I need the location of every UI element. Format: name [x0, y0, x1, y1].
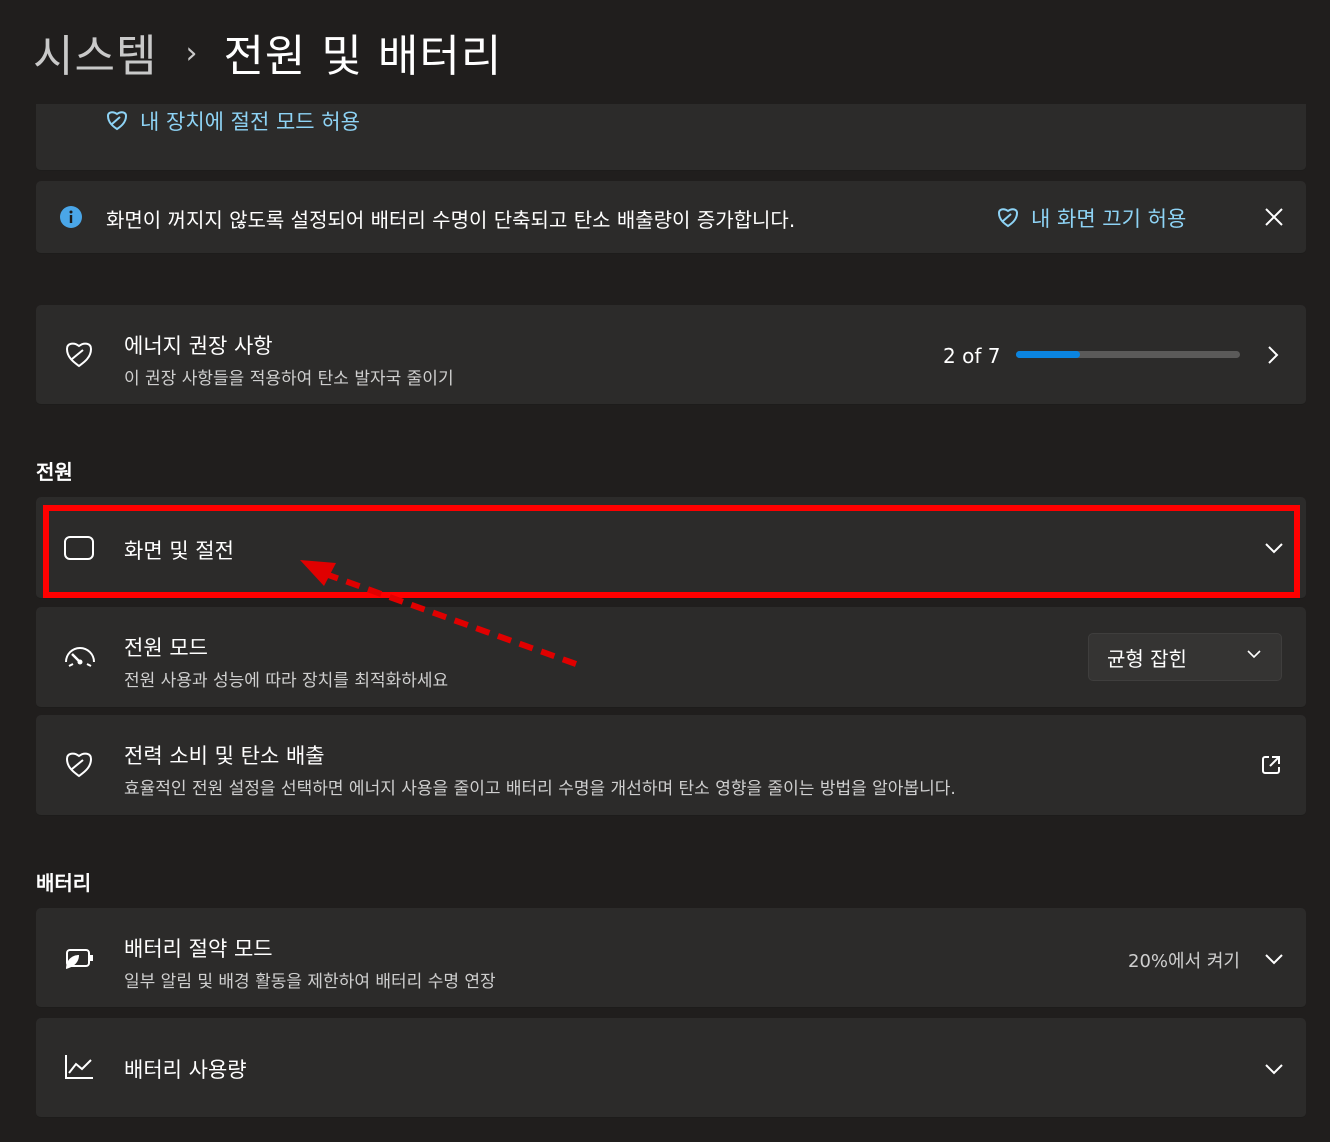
energy-recommendations-card[interactable]: 에너지 권장 사항 이 권장 사항들을 적용하여 탄소 발자국 줄이기 2 of… [36, 305, 1306, 405]
power-consumption-text: 전력 소비 및 탄소 배출 효율적인 전원 설정을 선택하면 에너지 사용을 줄… [124, 740, 956, 799]
energy-recommendations-text: 에너지 권장 사항 이 권장 사항들을 적용하여 탄소 발자국 줄이기 [124, 330, 454, 389]
power-consumption-title: 전력 소비 및 탄소 배출 [124, 744, 325, 768]
power-mode-card: 전원 모드 전원 사용과 성능에 따라 장치를 최적화하세요 균형 잡힌 [36, 607, 1306, 708]
leaf-icon [106, 111, 128, 131]
chevron-down-icon [1265, 954, 1283, 965]
allow-screen-off-label: 내 화면 끄기 허용 [1031, 207, 1187, 231]
power-mode-subtitle: 전원 사용과 성능에 따라 장치를 최적화하세요 [124, 671, 449, 691]
recommendations-progress-bar [1016, 351, 1240, 358]
external-link-icon [1262, 756, 1280, 774]
power-mode-icon [65, 647, 95, 667]
power-mode-title: 전원 모드 [124, 636, 208, 660]
energy-recommendations-title: 에너지 권장 사항 [124, 334, 273, 358]
energy-recommendations-subtitle: 이 권장 사항들을 적용하여 탄소 발자국 줄이기 [124, 369, 454, 389]
chevron-down-icon [1265, 1064, 1283, 1075]
battery-usage-card[interactable]: 배터리 사용량 [36, 1018, 1306, 1118]
screen-sleep-title: 화면 및 절전 [124, 539, 234, 563]
power-mode-selected: 균형 잡힌 [1107, 646, 1187, 671]
power-consumption-card[interactable]: 전력 소비 및 탄소 배출 효율적인 전원 설정을 선택하면 에너지 사용을 줄… [36, 715, 1306, 816]
settings-page: 시스템 › 전원 및 배터리 내 장치에 절전 모드 허용 화면이 꺼지지 않도… [0, 0, 1330, 1142]
info-icon [60, 206, 82, 228]
chevron-down-icon [1265, 543, 1283, 554]
battery-saver-text: 배터리 절약 모드 일부 알림 및 배경 활동을 제한하여 배터리 수명 연장 [124, 933, 496, 992]
battery-saver-title: 배터리 절약 모드 [124, 937, 273, 961]
section-battery-label: 배터리 [36, 871, 92, 895]
allow-screen-off-link[interactable]: 내 화면 끄기 허용 [995, 203, 1186, 233]
battery-usage-title: 배터리 사용량 [124, 1058, 247, 1082]
close-icon[interactable] [1264, 207, 1284, 227]
leaf-icon [65, 752, 93, 778]
screen-sleep-card[interactable]: 화면 및 절전 [36, 497, 1306, 599]
allow-sleep-link[interactable]: 내 장치에 절전 모드 허용 [104, 106, 360, 136]
screen-notice-message: 화면이 꺼지지 않도록 설정되어 배터리 수명이 단축되고 탄소 배출량이 증가… [106, 208, 796, 232]
screen-sleep-text: 화면 및 절전 [124, 535, 234, 565]
battery-saver-icon [66, 949, 93, 969]
battery-saver-status: 20%에서 켜기 [1128, 951, 1240, 972]
leaf-icon [65, 342, 93, 368]
screen-sleep-icon [64, 536, 94, 560]
chevron-right-icon [1268, 346, 1279, 364]
screen-notice-card: 화면이 꺼지지 않도록 설정되어 배터리 수명이 단축되고 탄소 배출량이 증가… [36, 181, 1306, 254]
recommendations-count: 2 of 7 [943, 344, 1001, 368]
battery-usage-text: 배터리 사용량 [124, 1054, 247, 1084]
breadcrumb-separator: › [185, 35, 198, 71]
breadcrumb: 시스템 › 전원 및 배터리 [0, 0, 1330, 104]
allow-sleep-link-label: 내 장치에 절전 모드 허용 [140, 110, 360, 134]
breadcrumb-parent[interactable]: 시스템 [33, 20, 157, 84]
leaf-icon [997, 208, 1019, 228]
power-mode-dropdown[interactable]: 균형 잡힌 [1088, 633, 1282, 681]
section-power-label: 전원 [36, 460, 73, 484]
power-consumption-subtitle: 효율적인 전원 설정을 선택하면 에너지 사용을 줄이고 배터리 수명을 개선하… [124, 779, 956, 799]
chevron-down-icon [1247, 650, 1261, 659]
power-mode-text: 전원 모드 전원 사용과 성능에 따라 장치를 최적화하세요 [124, 632, 448, 691]
battery-saver-card[interactable]: 배터리 절약 모드 일부 알림 및 배경 활동을 제한하여 배터리 수명 연장 … [36, 908, 1306, 1008]
battery-saver-subtitle: 일부 알림 및 배경 활동을 제한하여 배터리 수명 연장 [124, 972, 496, 992]
recommendations-progress-fill [1016, 351, 1080, 358]
chart-icon [65, 1055, 93, 1079]
page-title: 전원 및 배터리 [223, 31, 503, 82]
